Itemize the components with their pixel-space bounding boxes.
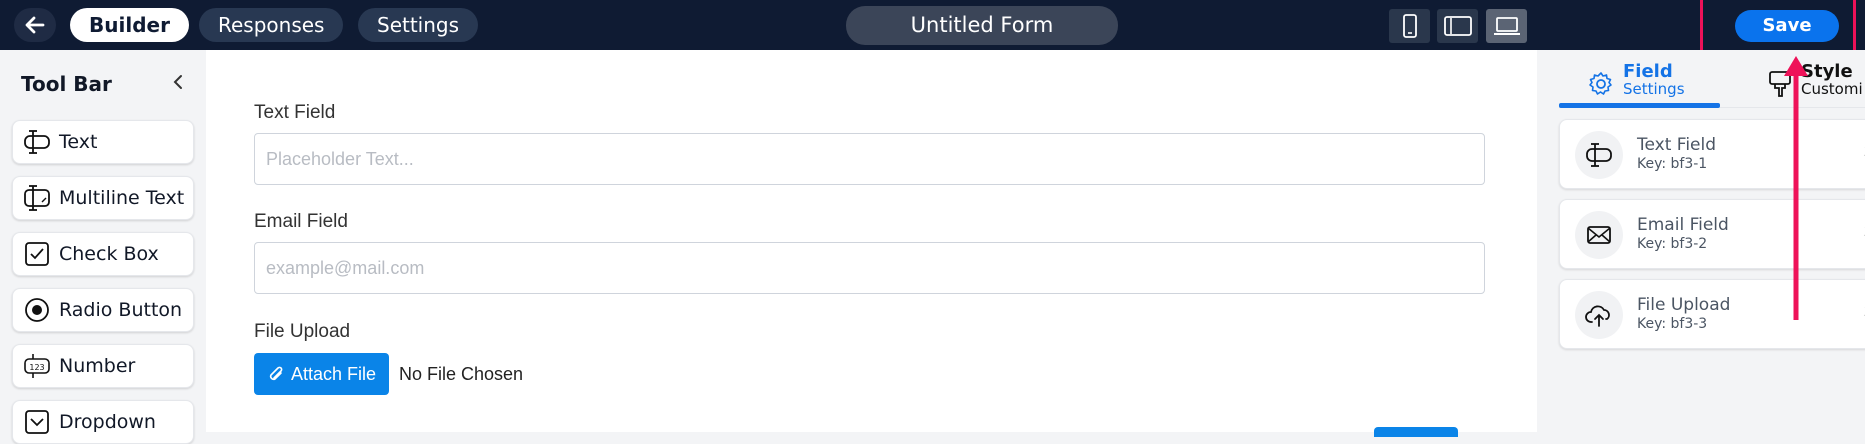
arrow-left-icon	[25, 16, 45, 34]
tablet-icon	[1443, 16, 1472, 36]
submit-button-partial[interactable]	[1374, 427, 1458, 437]
field-card-icon	[1575, 291, 1623, 339]
field-card-key: Key: bf3-2	[1637, 236, 1708, 252]
field-card-name: Email Field	[1637, 215, 1729, 235]
sidebar-title: Tool Bar	[21, 72, 112, 96]
field-card-icon	[1575, 211, 1623, 259]
mobile-icon	[1402, 14, 1417, 38]
tool-text[interactable]: Text	[12, 120, 194, 164]
tool-number[interactable]: 123 Number	[12, 344, 194, 388]
field-card-name: Text Field	[1637, 135, 1717, 155]
tab-settings[interactable]: Settings	[358, 8, 479, 42]
collapse-sidebar-button[interactable]	[171, 72, 185, 97]
chevron-left-icon	[173, 75, 182, 89]
text-field-label: Text Field	[254, 102, 336, 123]
file-upload-label: File Upload	[254, 321, 351, 342]
tab-field-subtitle: Settings	[1623, 80, 1685, 98]
tab-field-settings[interactable]: Field Settings	[1587, 62, 1685, 108]
top-bar: Builder Responses Settings Untitled Form…	[0, 0, 1865, 50]
envelope-icon	[1587, 226, 1611, 244]
form-canvas: Text Field Placeholder Text... Email Fie…	[206, 50, 1537, 437]
tool-bar-sidebar: Tool Bar Text Multiline Text Check Box R…	[0, 50, 206, 444]
radio-icon	[25, 298, 49, 322]
tool-label: Number	[59, 355, 136, 377]
laptop-icon	[1493, 17, 1520, 35]
tool-label: Check Box	[59, 243, 159, 265]
field-card-name: File Upload	[1637, 295, 1731, 315]
tool-label: Text	[59, 131, 98, 153]
email-field-label: Email Field	[254, 211, 348, 232]
tool-check-box[interactable]: Check Box	[12, 232, 194, 276]
active-tab-indicator	[1559, 103, 1720, 108]
number-123-icon: 123	[24, 354, 50, 378]
text-cursor-icon	[24, 130, 50, 154]
tool-multiline-text[interactable]: Multiline Text	[12, 176, 194, 220]
mobile-view-button[interactable]	[1389, 9, 1430, 43]
dropdown-icon	[25, 410, 49, 434]
tool-label: Multiline Text	[59, 187, 185, 209]
email-field-input[interactable]: example@mail.com	[254, 242, 1485, 294]
multiline-text-icon	[24, 185, 50, 211]
tablet-view-button[interactable]	[1437, 9, 1478, 43]
tab-builder[interactable]: Builder	[70, 8, 189, 42]
tool-label: Radio Button	[59, 299, 183, 321]
form-title[interactable]: Untitled Form	[846, 6, 1118, 45]
annotation-arrow	[1784, 56, 1808, 320]
text-field-input[interactable]: Placeholder Text...	[254, 133, 1485, 185]
tool-dropdown[interactable]: Dropdown	[12, 400, 194, 444]
checkbox-icon	[25, 242, 49, 266]
tool-radio-button[interactable]: Radio Button	[12, 288, 194, 332]
desktop-view-button[interactable]	[1486, 9, 1527, 43]
text-cursor-icon	[1586, 143, 1612, 167]
attach-file-label: Attach File	[290, 363, 377, 384]
field-card-icon	[1575, 131, 1623, 179]
cloud-upload-icon	[1585, 305, 1610, 327]
gear-icon	[1589, 72, 1612, 95]
back-button[interactable]	[14, 8, 56, 42]
tool-label: Dropdown	[59, 411, 156, 433]
file-status-text: No File Chosen	[399, 364, 524, 384]
tab-responses[interactable]: Responses	[199, 8, 344, 42]
field-card-key: Key: bf3-3	[1637, 316, 1708, 332]
tab-field-title: Field	[1623, 61, 1673, 82]
field-card-key: Key: bf3-1	[1637, 156, 1708, 172]
svg-text:123: 123	[29, 363, 44, 372]
paperclip-icon	[269, 366, 283, 381]
attach-file-button[interactable]: Attach File	[254, 353, 389, 395]
